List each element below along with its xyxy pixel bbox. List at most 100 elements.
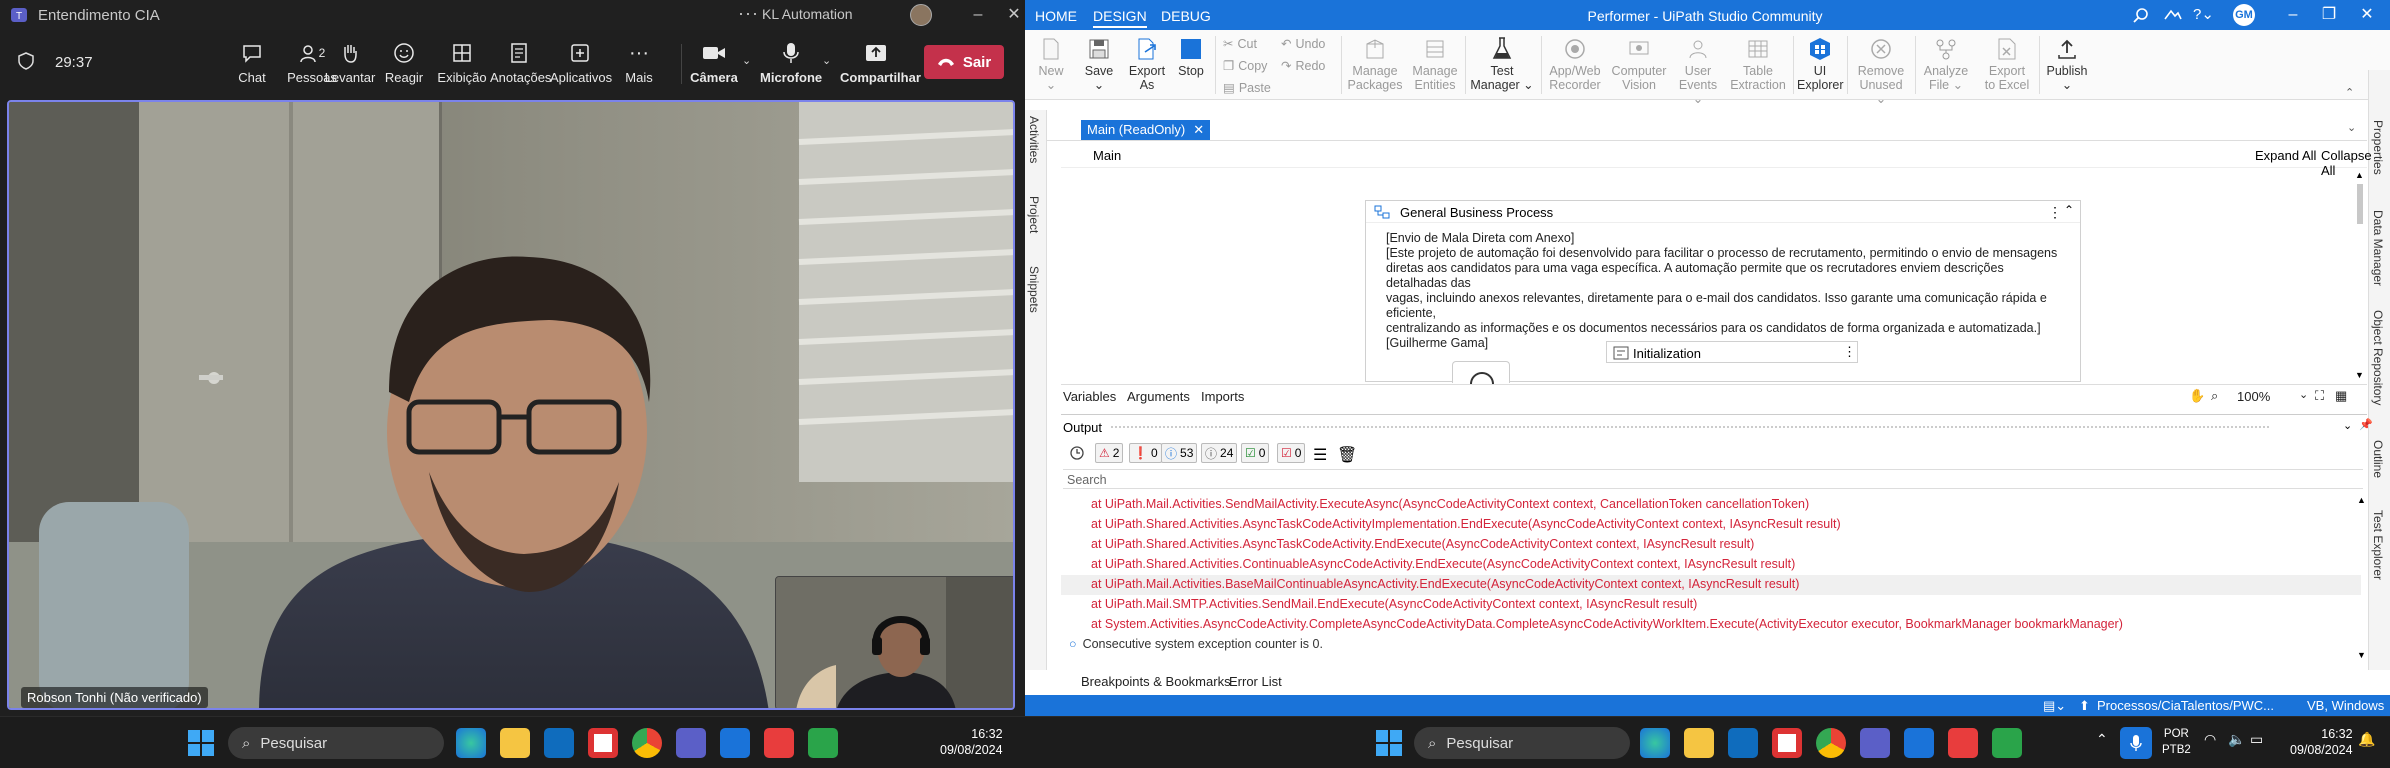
filter-trace[interactable]: ⓘ 24 <box>1201 443 1238 463</box>
app-green-icon[interactable] <box>808 728 838 758</box>
designer-scrollbar[interactable]: ▲ ▼ <box>2355 170 2365 380</box>
test-manager-button[interactable]: Test Manager ⌄ <box>1469 34 1535 92</box>
new-button[interactable]: New ⌄ <box>1031 34 1071 92</box>
wrap-lines-icon[interactable]: ☰ <box>1313 445 1327 465</box>
output-scrollbar[interactable]: ▲ ▼ <box>2357 495 2367 660</box>
output-search-input[interactable]: Search <box>1063 469 2363 489</box>
mic-button[interactable]: Microfone <box>760 38 822 96</box>
edge-icon[interactable] <box>1640 728 1670 758</box>
tab-design[interactable]: DESIGN <box>1093 8 1147 28</box>
clear-trash-icon[interactable]: 🗑 <box>1337 445 1357 465</box>
chrome-icon[interactable] <box>1816 728 1846 758</box>
zoom-search-icon[interactable]: ⌕ <box>2211 388 2218 404</box>
leave-button[interactable]: Sair <box>924 45 1004 79</box>
save-button[interactable]: Save ⌄ <box>1079 34 1119 92</box>
cut-button[interactable]: ✂ Cut <box>1223 36 1257 52</box>
tab-debug[interactable]: DEBUG <box>1161 8 1211 24</box>
computer-vision-button[interactable]: Computer Vision <box>1609 34 1669 92</box>
stop-button[interactable]: Stop <box>1173 34 1209 78</box>
studio-icon[interactable] <box>720 728 750 758</box>
battery-icon[interactable]: ▭ <box>2250 731 2263 748</box>
zoom-level[interactable]: 100% <box>2237 389 2270 404</box>
raise-hand-button[interactable]: Levantar <box>322 38 378 96</box>
imports-tab[interactable]: Imports <box>1201 389 1244 404</box>
panel-activities[interactable]: Activities <box>1027 116 1041 163</box>
overview-icon[interactable]: ▦ <box>2335 388 2347 404</box>
taskbar-search-left[interactable]: ⌕ Pesquisar <box>228 727 444 759</box>
panel-test-explorer[interactable]: Test Explorer <box>2371 510 2385 580</box>
maximize-icon[interactable]: ❐ <box>2309 2 2349 28</box>
panel-snippets[interactable]: Snippets <box>1027 266 1041 313</box>
tab-breakpoints-bookmarks[interactable]: Breakpoints & Bookmarks <box>1081 674 1231 689</box>
collapse-icon[interactable]: ⌃ <box>2064 203 2074 217</box>
remove-unused-button[interactable]: Remove Unused ⌄ <box>1853 34 1909 106</box>
state-start-node[interactable] <box>1452 361 1510 384</box>
self-view-video[interactable] <box>775 576 1013 708</box>
table-extraction-button[interactable]: Table Extraction <box>1729 34 1787 92</box>
state-menu-icon[interactable]: ⋮ <box>1843 344 1856 360</box>
panel-properties[interactable]: Properties <box>2371 120 2385 175</box>
user-events-button[interactable]: User Events ⌄ <box>1675 34 1721 106</box>
tab-error-list[interactable]: Error List <box>1229 674 1282 689</box>
file-explorer-icon[interactable] <box>1684 728 1714 758</box>
undo-button[interactable]: ↶ Undo <box>1281 36 1325 52</box>
language-target[interactable]: VB, Windows <box>2307 698 2384 713</box>
react-button[interactable]: Reagir <box>378 38 430 96</box>
filter-warnings[interactable]: ❗ 0 <box>1129 443 1162 463</box>
tray-chevron-up-icon[interactable]: ⌃ <box>2096 731 2108 748</box>
copy-button[interactable]: ❐ Copy <box>1223 58 1267 74</box>
tabs-dropdown-icon[interactable]: ⌄ <box>2347 121 2356 134</box>
avatar[interactable] <box>910 4 932 26</box>
chat-button[interactable]: Chat <box>226 38 278 96</box>
panel-outline[interactable]: Outline <box>2371 440 2385 478</box>
input-language[interactable]: POR PTB2 <box>2162 726 2191 758</box>
output-toggle-icon[interactable]: ▤⌄ <box>2043 698 2066 714</box>
share-button[interactable]: Compartilhar <box>840 38 921 96</box>
assistant-icon[interactable] <box>2163 7 2183 23</box>
app-web-recorder-button[interactable]: App/Web Recorder <box>1547 34 1603 92</box>
publish-button[interactable]: Publish ⌄ <box>2043 34 2091 92</box>
edge-icon[interactable] <box>456 728 486 758</box>
manage-packages-button[interactable]: Manage Packages <box>1347 34 1403 92</box>
calendar-icon[interactable] <box>1772 728 1802 758</box>
breadcrumb[interactable]: Main <box>1093 148 1121 163</box>
pan-hand-icon[interactable]: ✋ <box>2189 388 2205 404</box>
expand-all-link[interactable]: Expand All <box>2255 148 2316 163</box>
outlook-icon[interactable] <box>1728 728 1758 758</box>
mic-active-icon[interactable] <box>2120 727 2152 759</box>
app-red-icon[interactable] <box>1948 728 1978 758</box>
output-dropdown-icon[interactable]: ⌄ <box>2343 419 2352 432</box>
arguments-tab[interactable]: Arguments <box>1127 389 1190 404</box>
panel-data-manager[interactable]: Data Manager <box>2371 210 2385 286</box>
paste-button[interactable]: ▤ Paste <box>1223 80 1271 96</box>
windows-start-icon[interactable] <box>188 730 214 756</box>
sequence-menu-icon[interactable]: ⋮ <box>2048 204 2062 221</box>
export-to-excel-button[interactable]: Export to Excel <box>1979 34 2035 92</box>
zoom-dropdown-icon[interactable]: ⌄ <box>2299 388 2308 401</box>
more-button[interactable]: ··· Mais <box>614 38 664 96</box>
fit-screen-icon[interactable]: ⛶ <box>2315 388 2324 404</box>
source-control-icon[interactable]: ⬆ <box>2079 698 2090 714</box>
minimize-icon[interactable]: – <box>2273 2 2313 28</box>
sequence-general-business-process[interactable]: General Business Process ⋮ ⌃ [Envio de M… <box>1365 200 2081 384</box>
calendar-icon[interactable] <box>588 728 618 758</box>
clock-left[interactable]: 16:32 09/08/2024 <box>940 726 1003 758</box>
panel-project[interactable]: Project <box>1027 196 1041 233</box>
manage-entities-button[interactable]: Manage Entities <box>1409 34 1461 92</box>
volume-icon[interactable]: 🔈 <box>2228 731 2245 748</box>
help-icon[interactable]: ?⌄ <box>2193 5 2214 23</box>
close-icon[interactable]: ✕ <box>994 2 1022 28</box>
panel-object-repository[interactable]: Object Repository <box>2371 310 2385 405</box>
notes-button[interactable]: Anotações <box>490 38 551 96</box>
notifications-icon[interactable]: 🔔 <box>2358 731 2375 748</box>
wifi-icon[interactable]: ◠ <box>2204 731 2216 748</box>
minimize-icon[interactable]: – <box>958 2 998 28</box>
log-line-selected[interactable]: at UiPath.Mail.Activities.BaseMailContin… <box>1091 577 1799 591</box>
close-tab-icon[interactable]: ✕ <box>1193 120 1204 140</box>
close-icon[interactable]: ✕ <box>2347 2 2387 28</box>
file-explorer-icon[interactable] <box>500 728 530 758</box>
camera-button[interactable]: Câmera <box>686 38 742 96</box>
variables-tab[interactable]: Variables <box>1063 389 1116 404</box>
analyze-file-button[interactable]: Analyze File ⌄ <box>1919 34 1973 92</box>
filter-success[interactable]: ☑ 0 <box>1241 443 1270 463</box>
